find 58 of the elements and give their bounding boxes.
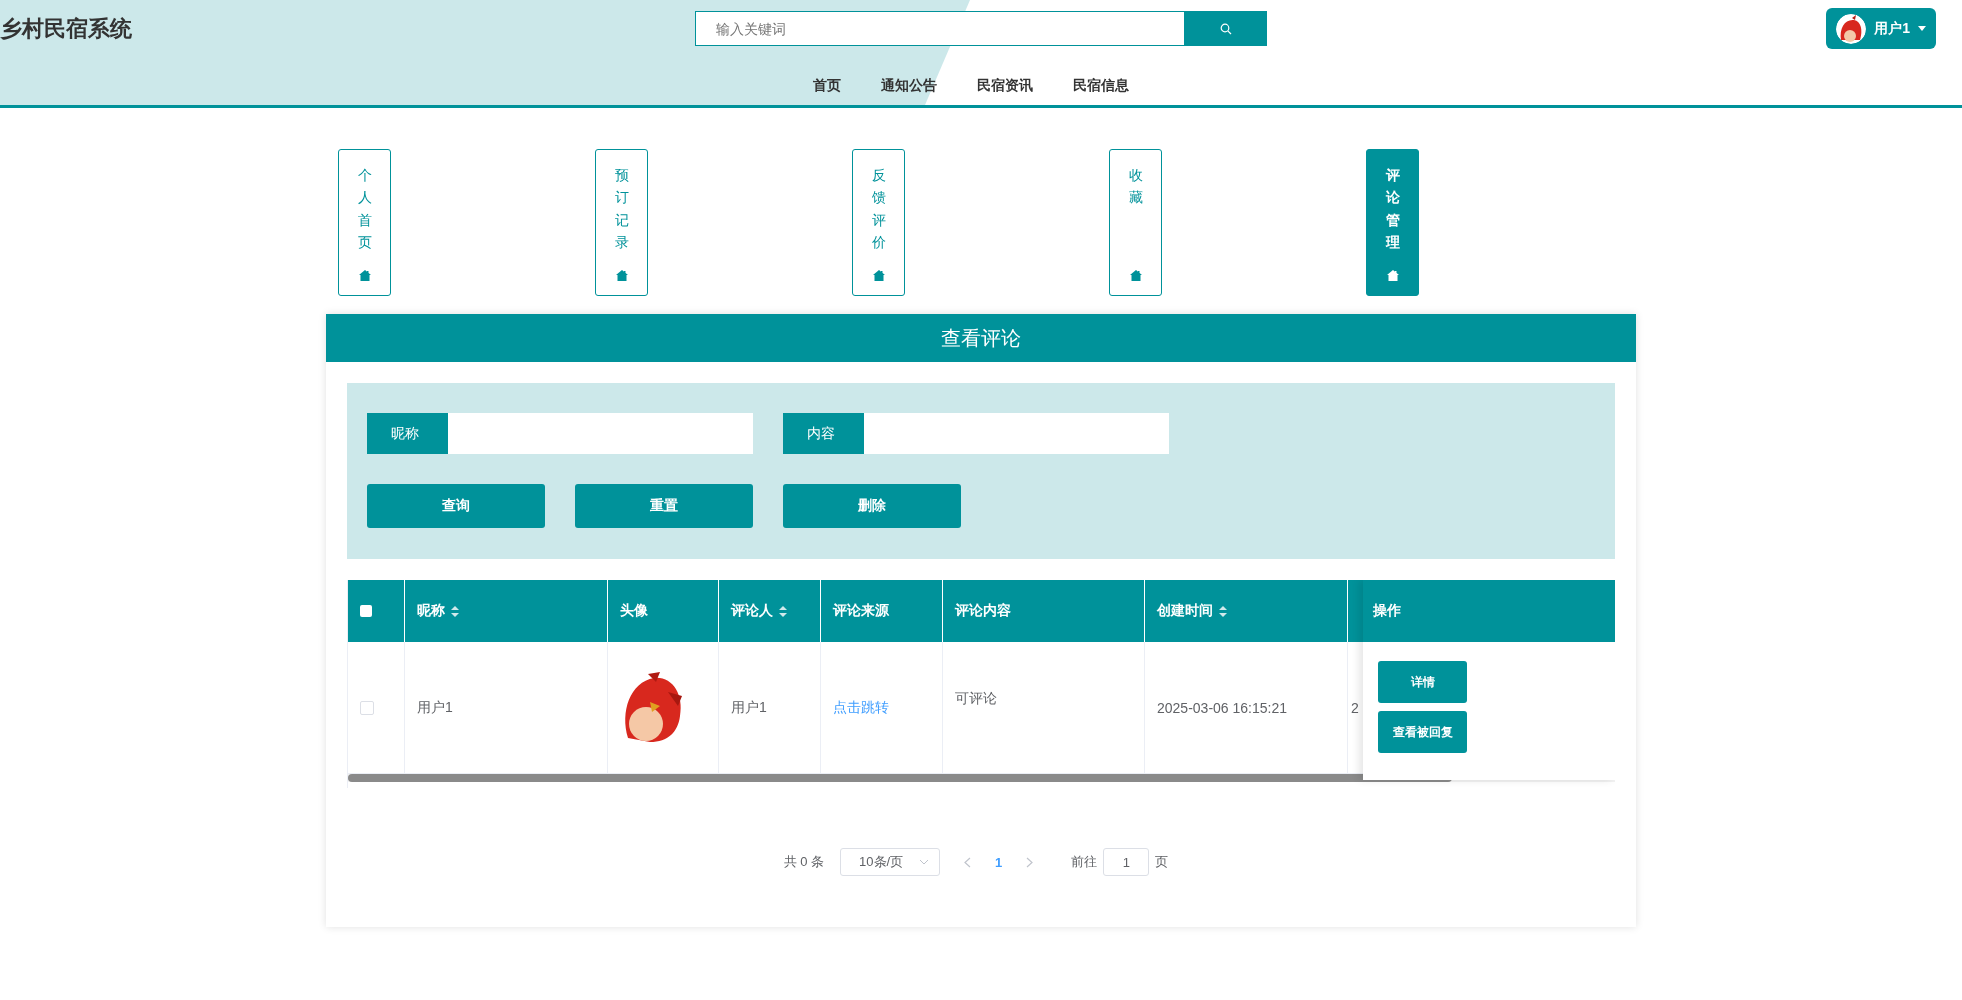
checkbox[interactable]	[360, 700, 374, 715]
next-page-icon[interactable]	[1026, 856, 1034, 868]
table-cell: 用户1	[417, 698, 453, 717]
house-icon	[1129, 270, 1142, 281]
search-button[interactable]	[1185, 11, 1267, 46]
house-icon	[615, 270, 628, 281]
page-input[interactable]: 1	[1103, 848, 1150, 876]
search-icon	[1220, 22, 1232, 35]
column-header[interactable]: 创建时间	[1157, 602, 1227, 620]
checkbox[interactable]	[360, 605, 372, 617]
sort-icon[interactable]	[451, 605, 459, 617]
column-header: 头像	[620, 602, 648, 620]
menu-tab[interactable]: 预订记录	[595, 149, 648, 296]
table-cell: 可评论	[955, 690, 997, 708]
menu-tab[interactable]: 反馈评价	[852, 149, 905, 296]
column-header: 评论来源	[833, 602, 889, 620]
table-cell: 2	[1351, 699, 1359, 716]
column-header: 评论内容	[955, 602, 1011, 620]
caret-icon	[1918, 26, 1926, 31]
table-cell: 用户1	[731, 698, 767, 717]
menu-tab[interactable]: 收藏	[1109, 149, 1162, 296]
source-link[interactable]: 点击跳转	[833, 698, 889, 717]
menu-tab[interactable]: 个人首页	[338, 149, 391, 296]
column-header[interactable]: 评论人	[731, 602, 787, 620]
column-header: 操作	[1373, 602, 1401, 620]
row-action-button[interactable]: 查看被回复	[1378, 711, 1467, 753]
total-count: 共 0 条	[783, 853, 825, 871]
column-header[interactable]: 昵称	[417, 602, 459, 620]
page-size-select[interactable]: 10条/页	[840, 848, 941, 876]
previous-page-icon[interactable]	[964, 856, 972, 868]
chevron-down-icon	[919, 859, 930, 865]
sort-icon[interactable]	[1219, 605, 1227, 617]
nav-link[interactable]: 民宿信息	[1073, 77, 1129, 95]
filter-label: 昵称	[367, 413, 448, 454]
nav-link[interactable]: 首页	[813, 77, 841, 95]
house-icon	[1386, 270, 1399, 281]
search-field[interactable]: 输入关键词	[695, 11, 1185, 46]
panel-title: 查看评论	[941, 325, 1021, 351]
filter-field[interactable]	[864, 413, 1169, 454]
house-icon	[872, 270, 885, 281]
page-suffix: 页	[1155, 853, 1169, 871]
goto-label: 前往	[1071, 853, 1098, 871]
filter-field[interactable]	[448, 413, 753, 454]
action-button[interactable]: 重置	[575, 484, 753, 528]
menu-tab[interactable]: 评论管理	[1366, 149, 1419, 296]
action-button[interactable]: 删除	[783, 484, 961, 528]
action-button[interactable]: 查询	[367, 484, 545, 528]
site-title: 乡村民宿系统	[0, 15, 132, 41]
sort-icon[interactable]	[779, 605, 787, 617]
user-menu-button[interactable]: 用户1	[1826, 8, 1936, 49]
table-cell: 2025-03-06 16:15:21	[1157, 699, 1287, 716]
house-icon	[358, 270, 371, 281]
row-action-button[interactable]: 详情	[1378, 661, 1467, 703]
nav-link[interactable]: 通知公告	[881, 77, 937, 95]
scrollbar-thumb[interactable]	[348, 774, 1452, 782]
page-number[interactable]: 1	[995, 854, 1003, 870]
filter-label: 内容	[783, 413, 864, 454]
nav-link[interactable]: 民宿资讯	[977, 77, 1033, 95]
